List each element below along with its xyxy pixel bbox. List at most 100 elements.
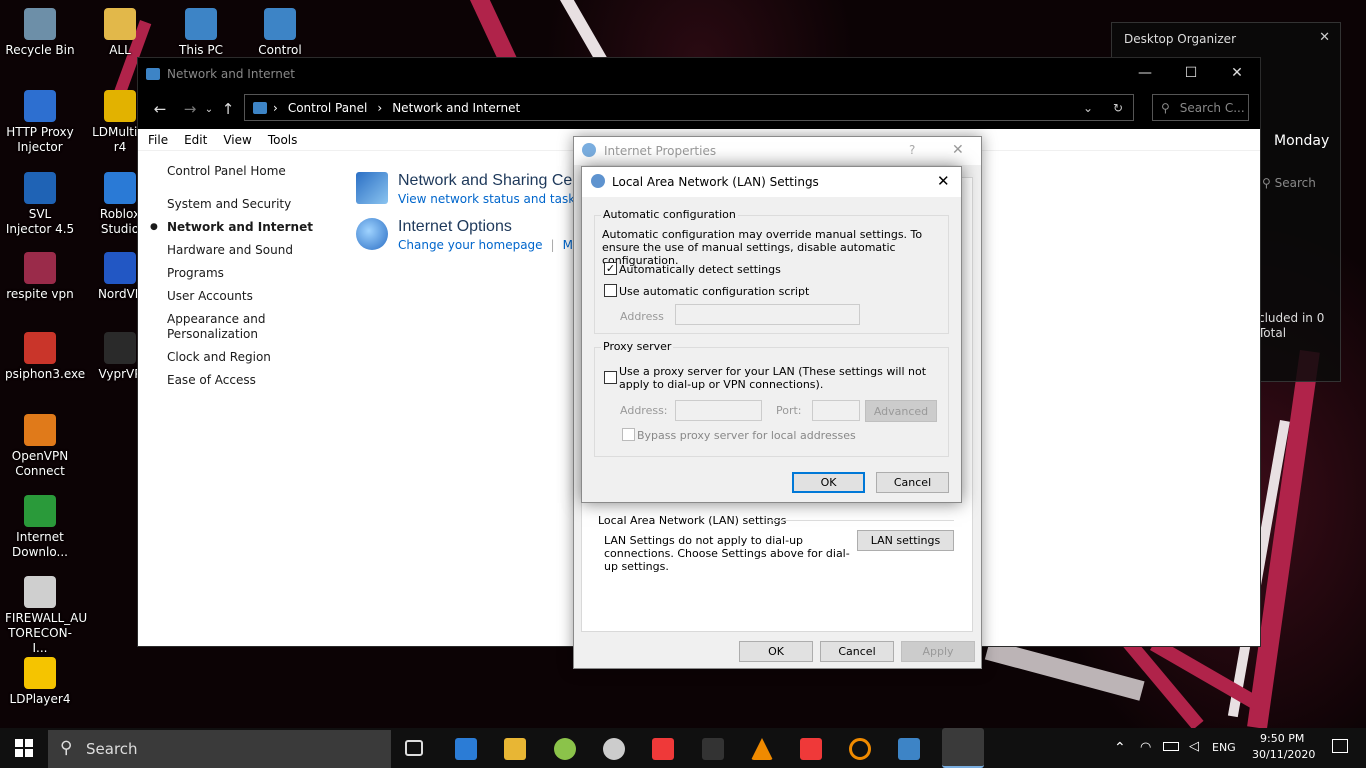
help-button[interactable]: ? <box>909 143 915 157</box>
clock-date[interactable]: 30/11/2020 <box>1252 748 1315 761</box>
desktop-icon[interactable]: ALL <box>85 8 155 58</box>
sidebar-item-hardware-sound[interactable]: Hardware and Sound <box>167 243 317 258</box>
organizer-search[interactable]: ⚲ Search <box>1262 176 1316 190</box>
app-icon <box>104 90 136 122</box>
app-icon <box>104 252 136 284</box>
recent-chevron-down-icon[interactable]: ⌄ <box>202 104 216 115</box>
group-divider <box>768 520 954 521</box>
search-icon: ⚲ <box>1161 100 1170 115</box>
desktop-icon[interactable]: LDPlayer4 <box>5 657 75 707</box>
network-icon <box>356 172 388 204</box>
internet-properties-icon[interactable] <box>942 728 984 768</box>
app-icon[interactable] <box>554 738 576 760</box>
windows-start-icon[interactable] <box>15 739 33 757</box>
desktop-icon[interactable]: Internet Downlo... <box>5 495 75 560</box>
desktop-icon-label: OpenVPN Connect <box>11 449 69 478</box>
clock-time[interactable]: 9:50 PM <box>1260 732 1304 745</box>
vivaldi-icon[interactable] <box>652 738 674 760</box>
sidebar-item-appearance[interactable]: Appearance and Personalization <box>167 312 267 342</box>
taskbar-search[interactable]: ⚲ Search <box>48 730 391 768</box>
minimize-button[interactable]: — <box>1122 58 1168 87</box>
desktop-icon[interactable]: OpenVPN Connect <box>5 414 75 479</box>
ok-button[interactable]: OK <box>739 641 813 662</box>
proxy-address-field <box>675 400 762 421</box>
desktop-icon-label: Internet Downlo... <box>12 530 68 559</box>
language-indicator[interactable]: ENG <box>1212 741 1236 754</box>
vlc-icon[interactable] <box>751 738 773 760</box>
desktop-icon[interactable]: Recycle Bin <box>5 8 75 58</box>
task-view-icon[interactable] <box>405 740 423 756</box>
sidebar-item-clock-region[interactable]: Clock and Region <box>167 350 317 365</box>
battery-icon[interactable] <box>1163 742 1179 751</box>
vpn-icon[interactable] <box>702 738 724 760</box>
group-label: Automatic configuration <box>601 208 738 221</box>
category-heading[interactable]: Network and Sharing Cer <box>398 172 581 190</box>
menu-view[interactable]: View <box>223 133 251 147</box>
sidebar-item-system-security[interactable]: System and Security <box>167 197 317 212</box>
link-change-homepage[interactable]: Change your homepage <box>398 238 543 252</box>
vivaldi-icon[interactable] <box>800 738 822 760</box>
wifi-icon[interactable]: ◠ <box>1140 740 1151 755</box>
auto-detect-label[interactable]: Automatically detect settings <box>619 263 781 276</box>
app-icon <box>24 172 56 204</box>
desktop-icon-label: Recycle Bin <box>5 43 75 57</box>
desktop-icon[interactable]: FIREWALL_AU TORECON-I... <box>5 576 87 656</box>
sidebar-item-label: Network and Internet <box>167 220 313 234</box>
chevron-up-icon[interactable]: ⌃ <box>1114 740 1126 756</box>
app-icon <box>24 332 56 364</box>
desktop-icon[interactable]: respite vpn <box>5 252 75 302</box>
desktop-icon[interactable]: psiphon3.exe <box>5 332 86 382</box>
notification-icon[interactable] <box>1332 739 1348 753</box>
use-proxy-label[interactable]: Use a proxy server for your LAN (These s… <box>619 365 944 391</box>
control-panel-icon <box>146 67 160 80</box>
sidebar-item-network-internet[interactable]: ● Network and Internet <box>150 220 317 235</box>
lan-group-label: Local Area Network (LAN) settings <box>598 514 787 527</box>
ok-button[interactable]: OK <box>792 472 865 493</box>
sidebar-item-home[interactable]: Control Panel Home <box>167 164 317 179</box>
auto-detect-checkbox[interactable]: ✓ <box>604 262 617 275</box>
category-heading[interactable]: Internet Options <box>398 218 588 236</box>
lan-settings-button[interactable]: LAN settings <box>857 530 954 551</box>
use-script-checkbox[interactable] <box>604 284 617 297</box>
breadcrumb-separator-icon[interactable]: › <box>273 101 278 115</box>
breadcrumb-network[interactable]: Network and Internet <box>392 101 520 115</box>
close-button[interactable]: ✕ <box>1214 58 1260 87</box>
control-panel-icon[interactable] <box>898 738 920 760</box>
sidebar-item-user-accounts[interactable]: User Accounts <box>167 289 317 304</box>
use-proxy-checkbox[interactable] <box>604 371 617 384</box>
store-icon[interactable] <box>455 738 477 760</box>
address-dropdown-icon[interactable]: ⌄ <box>1083 101 1093 115</box>
close-icon[interactable]: ✕ <box>937 172 950 190</box>
menu-tools[interactable]: Tools <box>268 133 298 147</box>
forward-arrow-icon[interactable]: → <box>178 100 202 118</box>
sidebar-item-programs[interactable]: Programs <box>167 266 317 281</box>
app-icon <box>24 90 56 122</box>
menu-edit[interactable]: Edit <box>184 133 207 147</box>
menu-file[interactable]: File <box>148 133 168 147</box>
link-view-network-status[interactable]: View network status and tasks <box>398 192 581 206</box>
volume-icon[interactable]: ◁ <box>1189 739 1199 754</box>
search-input[interactable]: ⚲ Search C... <box>1152 94 1249 121</box>
organizer-close-icon[interactable]: ✕ <box>1319 30 1330 45</box>
cancel-button[interactable]: Cancel <box>820 641 894 662</box>
close-icon[interactable]: ✕ <box>952 142 964 158</box>
desktop-icon[interactable]: SVL Injector 4.5 <box>5 172 75 237</box>
openvpn-icon[interactable] <box>849 738 871 760</box>
use-script-label[interactable]: Use automatic configuration script <box>619 285 809 298</box>
sidebar-item-ease-access[interactable]: Ease of Access <box>167 373 317 388</box>
refresh-icon[interactable]: ↻ <box>1113 101 1123 115</box>
up-arrow-icon[interactable]: ↑ <box>216 100 240 118</box>
address-box[interactable]: › Control Panel › Network and Internet ⌄… <box>244 94 1134 121</box>
media-icon[interactable] <box>603 738 625 760</box>
back-arrow-icon[interactable]: ← <box>148 100 172 118</box>
breadcrumb-separator-icon[interactable]: › <box>377 101 382 115</box>
desktop-icon[interactable]: This PC <box>166 8 236 58</box>
maximize-button[interactable]: ☐ <box>1168 58 1214 87</box>
desktop-icon[interactable]: HTTP Proxy Injector <box>5 90 75 155</box>
desktop-icon-label: psiphon3.exe <box>5 367 86 381</box>
file-explorer-icon[interactable] <box>504 738 526 760</box>
app-icon <box>24 657 56 689</box>
desktop-icon-label: SVL Injector 4.5 <box>5 207 75 236</box>
breadcrumb-control-panel[interactable]: Control Panel <box>288 101 368 115</box>
cancel-button[interactable]: Cancel <box>876 472 949 493</box>
